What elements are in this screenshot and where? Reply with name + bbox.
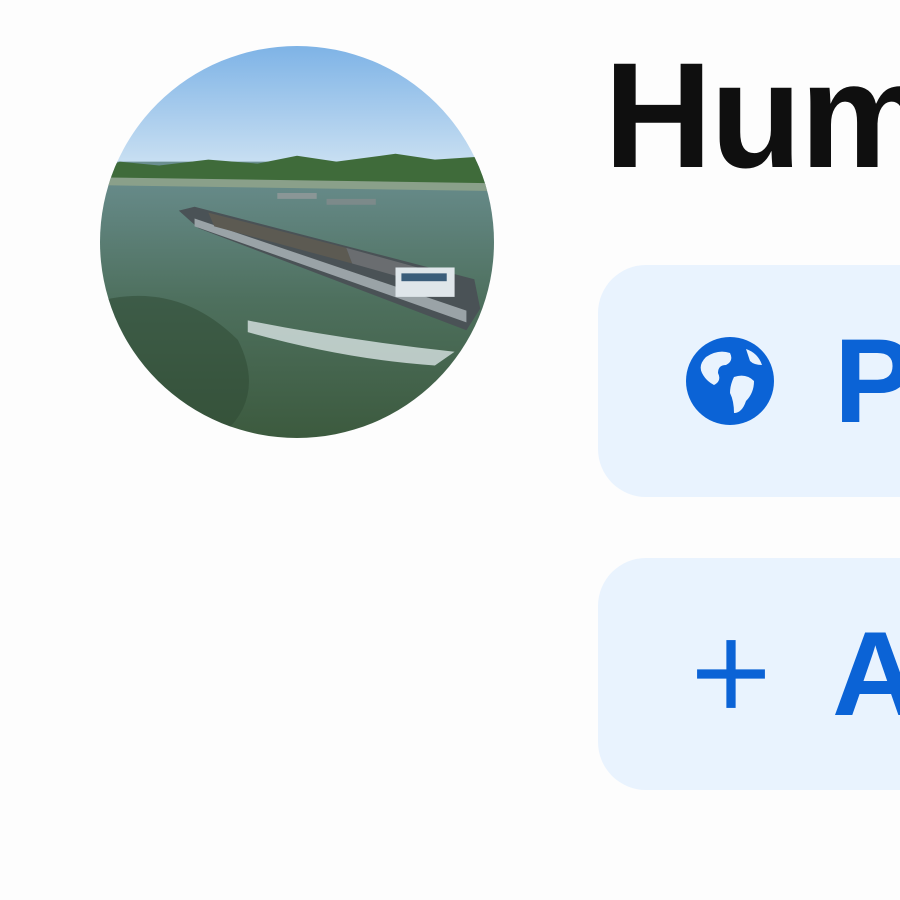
channel-title: Hum xyxy=(604,31,900,199)
channel-header: Hum P A xyxy=(0,0,900,900)
chip-label: P xyxy=(834,314,900,448)
public-visibility-chip[interactable]: P xyxy=(598,265,900,497)
add-button-chip[interactable]: A xyxy=(598,558,900,790)
plus-icon xyxy=(694,637,768,711)
channel-avatar[interactable] xyxy=(100,46,494,438)
globe-icon xyxy=(682,333,778,429)
avatar-image xyxy=(100,46,494,438)
chip-label: A xyxy=(832,607,900,741)
